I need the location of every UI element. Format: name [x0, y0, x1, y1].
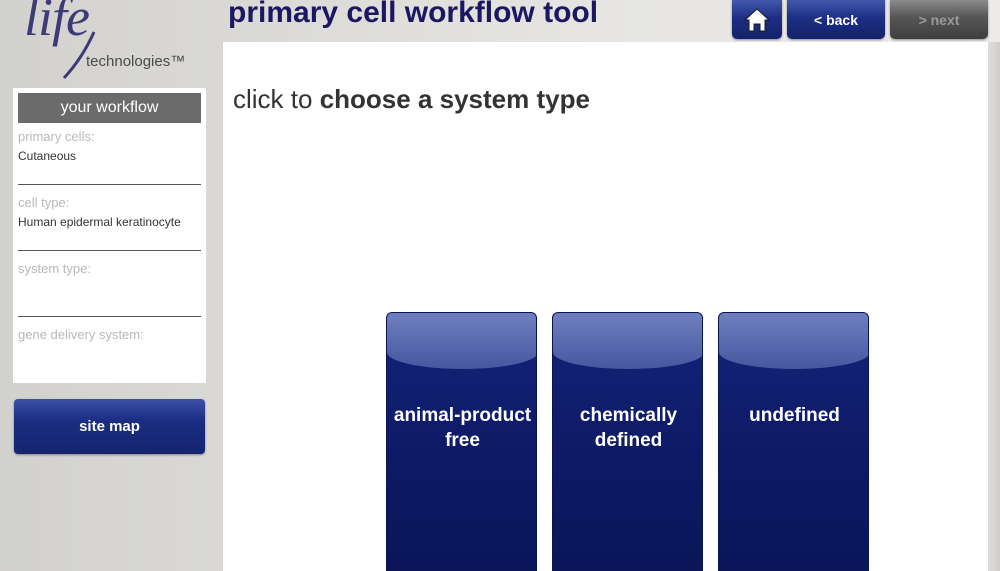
home-icon: [743, 7, 771, 31]
button-gloss: [719, 313, 868, 369]
logo-wordmark: life: [24, 0, 90, 47]
prompt-prefix: click to: [233, 84, 313, 114]
logo-subtitle: technologies™: [86, 53, 186, 70]
workflow-section-system-type: system type:: [18, 257, 201, 317]
workflow-section-primary-cells: primary cells: Cutaneous: [18, 125, 201, 185]
button-gloss: [387, 313, 536, 369]
button-gloss: [553, 313, 702, 369]
choice-undefined[interactable]: undefined: [718, 312, 869, 571]
choice-label: chemically defined: [579, 405, 678, 451]
workflow-section-gene-delivery: gene delivery system:: [18, 323, 201, 383]
back-button[interactable]: < back: [787, 0, 885, 39]
workflow-panel: your workflow primary cells: Cutaneous c…: [13, 88, 206, 383]
workflow-label: gene delivery system:: [18, 327, 144, 342]
workflow-section-cell-type: cell type: Human epidermal keratinocyte: [18, 191, 201, 251]
choice-label: undefined: [749, 405, 840, 426]
right-edge-strip: [988, 42, 1000, 571]
workflow-label: system type:: [18, 261, 91, 276]
page-title: primary cell workflow tool: [228, 0, 599, 29]
workflow-value: Cutaneous: [18, 149, 77, 163]
workflow-value: Human epidermal keratinocyte: [18, 215, 181, 229]
choice-chemically-defined[interactable]: chemically defined: [552, 312, 703, 571]
choice-animal-product-free[interactable]: animal-product free: [386, 312, 537, 571]
workflow-label: cell type:: [18, 195, 70, 210]
site-map-button[interactable]: site map: [14, 399, 205, 454]
prompt-emphasis: choose a system type: [319, 84, 590, 114]
workflow-panel-title: your workflow: [18, 93, 201, 123]
next-button[interactable]: > next: [890, 0, 988, 39]
workflow-label: primary cells:: [18, 129, 95, 144]
instruction-prompt: click to choose a system type: [233, 84, 590, 115]
main-content: click to choose a system type animal-pro…: [223, 42, 988, 571]
home-button[interactable]: [732, 0, 782, 39]
choice-label: animal-product free: [393, 405, 532, 451]
life-technologies-logo: life technologies™: [20, 0, 200, 80]
